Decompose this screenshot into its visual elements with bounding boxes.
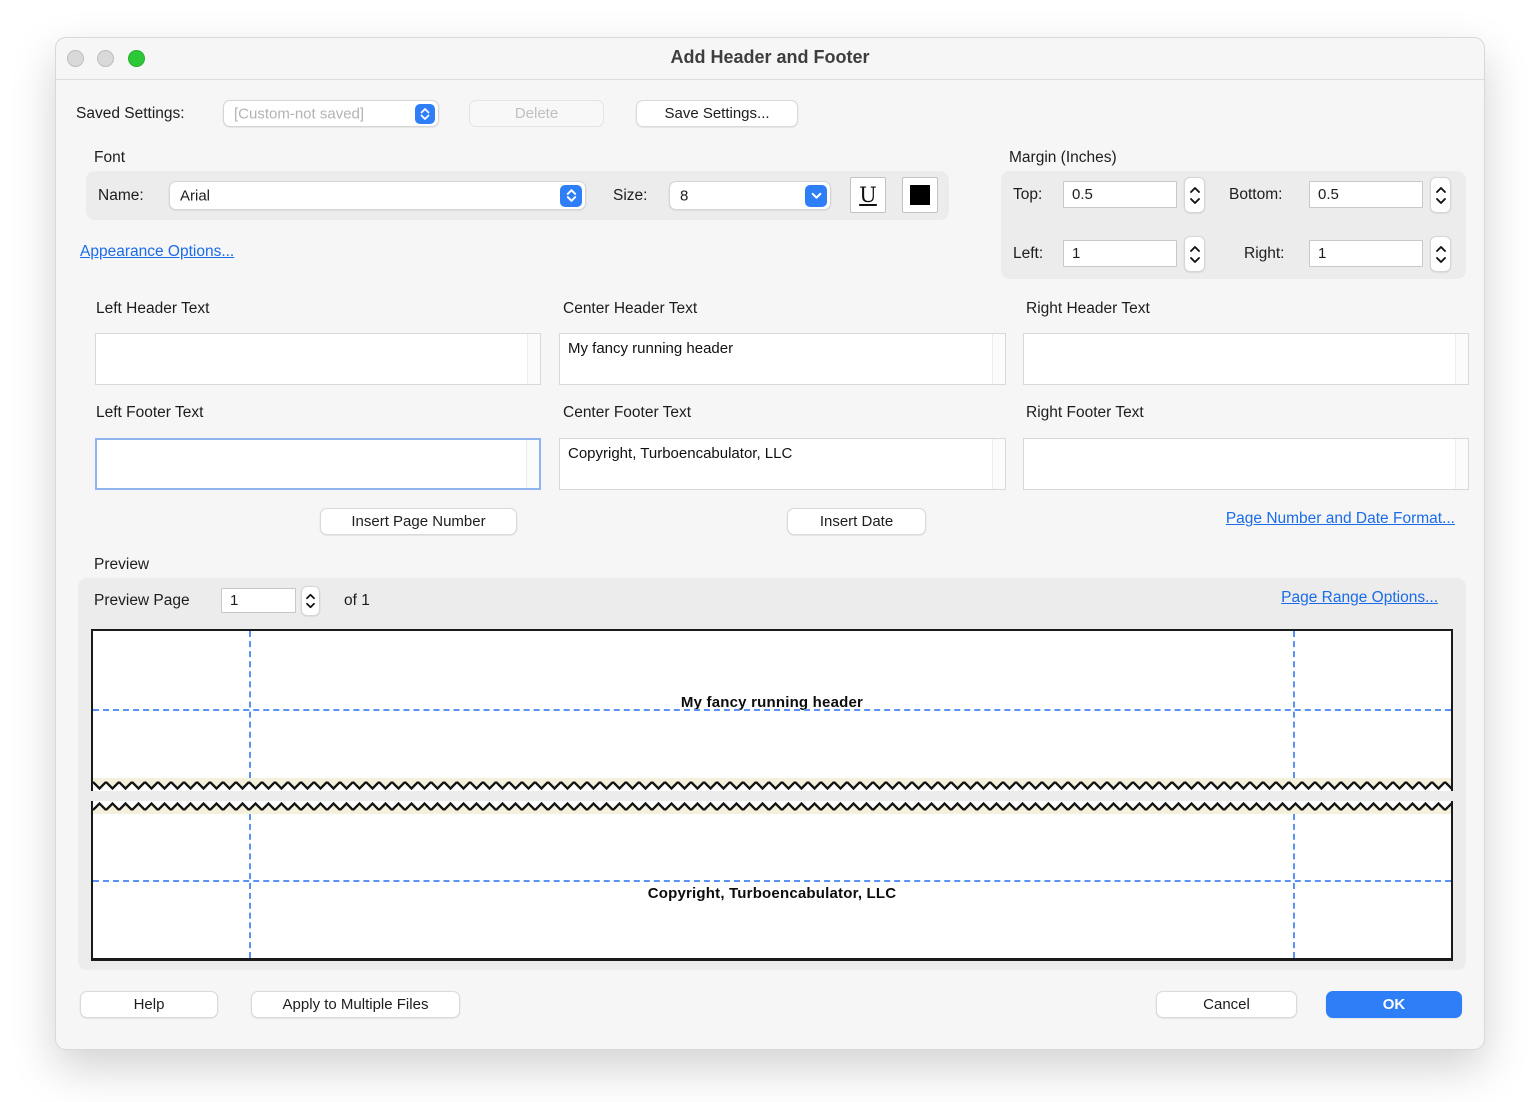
preview-group: Preview Page of 1 Page Range Options... … (78, 578, 1466, 970)
left-footer-label: Left Footer Text (96, 404, 203, 422)
insert-page-number-button[interactable]: Insert Page Number (320, 508, 517, 535)
top-margin-guide (93, 709, 1451, 711)
underline-icon: U (859, 183, 877, 207)
margin-bottom-input[interactable] (1309, 181, 1423, 208)
scrollbar-track[interactable] (992, 334, 1005, 384)
title-bar: Add Header and Footer (56, 38, 1484, 80)
left-footer-textarea[interactable] (95, 438, 541, 490)
font-group-label: Font (94, 149, 125, 167)
center-footer-label: Center Footer Text (563, 404, 691, 422)
center-footer-textarea[interactable]: Copyright, Turboencabulator, LLC (559, 438, 1006, 490)
margin-top-stepper[interactable] (1184, 177, 1205, 213)
bottom-margin-guide (93, 880, 1451, 882)
chevron-down-icon (805, 185, 827, 207)
right-footer-label: Right Footer Text (1026, 404, 1144, 422)
margin-left-label: Left: (1013, 245, 1043, 263)
saved-settings-label: Saved Settings: (76, 105, 185, 123)
right-footer-textarea[interactable] (1023, 438, 1469, 490)
color-swatch (910, 185, 930, 205)
saved-settings-dropdown[interactable]: [Custom-not saved] (223, 100, 439, 127)
left-header-label: Left Header Text (96, 300, 209, 318)
page-range-options-link[interactable]: Page Range Options... (1281, 589, 1438, 607)
margin-top-label: Top: (1013, 186, 1042, 204)
font-name-dropdown[interactable]: Arial (169, 181, 586, 210)
right-header-textarea[interactable] (1023, 333, 1469, 385)
preview-footer-text: Copyright, Turboencabulator, LLC (93, 885, 1451, 902)
insert-date-button[interactable]: Insert Date (787, 508, 926, 535)
preview-group-label: Preview (94, 556, 149, 574)
up-down-chevrons-icon (415, 104, 435, 124)
preview-page-stepper[interactable] (301, 586, 320, 616)
torn-edge-icon (93, 778, 1451, 791)
center-header-value: My fancy running header (568, 340, 987, 357)
preview-page-count: of 1 (344, 592, 370, 610)
center-header-label: Center Header Text (563, 300, 697, 318)
page-number-date-format-link[interactable]: Page Number and Date Format... (1226, 510, 1455, 528)
underline-button[interactable]: U (850, 177, 886, 213)
margin-bottom-label: Bottom: (1229, 186, 1282, 204)
apply-to-multiple-files-button[interactable]: Apply to Multiple Files (251, 991, 460, 1018)
preview-footer-region: Copyright, Turboencabulator, LLC (91, 801, 1453, 961)
preview-page-canvas: My fancy running header (91, 629, 1453, 961)
appearance-options-link[interactable]: Appearance Options... (80, 243, 234, 261)
margin-bottom-stepper[interactable] (1430, 177, 1451, 213)
delete-button[interactable]: Delete (469, 100, 604, 127)
font-color-button[interactable] (902, 177, 938, 213)
preview-page-label: Preview Page (94, 592, 190, 610)
center-header-textarea[interactable]: My fancy running header (559, 333, 1006, 385)
save-settings-button[interactable]: Save Settings... (636, 100, 798, 127)
saved-settings-value: [Custom-not saved] (234, 105, 364, 122)
margin-group-label: Margin (Inches) (1009, 149, 1117, 167)
margin-group: Top: Bottom: Left: Right: (1001, 171, 1466, 279)
ok-button[interactable]: OK (1326, 991, 1462, 1018)
margin-right-stepper[interactable] (1430, 236, 1451, 272)
add-header-footer-dialog: Add Header and Footer Saved Settings: [C… (55, 37, 1485, 1050)
preview-header-region: My fancy running header (91, 629, 1453, 791)
scrollbar-track[interactable] (526, 440, 539, 488)
margin-right-input[interactable] (1309, 240, 1423, 267)
scrollbar-track[interactable] (1455, 334, 1468, 384)
font-name-label: Name: (98, 187, 144, 205)
left-header-textarea[interactable] (95, 333, 541, 385)
scrollbar-track[interactable] (992, 439, 1005, 489)
margin-right-label: Right: (1244, 245, 1285, 263)
right-header-label: Right Header Text (1026, 300, 1150, 318)
font-size-value: 8 (680, 187, 688, 204)
font-group: Name: Arial Size: 8 U (86, 171, 949, 220)
scrollbar-track[interactable] (527, 334, 540, 384)
torn-edge-icon (93, 801, 1451, 814)
font-size-label: Size: (613, 187, 647, 205)
margin-left-stepper[interactable] (1184, 236, 1205, 272)
cancel-button[interactable]: Cancel (1156, 991, 1297, 1018)
margin-left-input[interactable] (1063, 240, 1177, 267)
up-down-chevrons-icon (560, 185, 582, 207)
font-size-combobox[interactable]: 8 (669, 181, 831, 210)
margin-top-input[interactable] (1063, 181, 1177, 208)
scrollbar-track[interactable] (1455, 439, 1468, 489)
font-name-value: Arial (180, 187, 210, 204)
help-button[interactable]: Help (80, 991, 218, 1018)
dialog-title: Add Header and Footer (56, 47, 1484, 68)
preview-page-input[interactable] (221, 588, 296, 613)
center-footer-value: Copyright, Turboencabulator, LLC (568, 445, 987, 462)
